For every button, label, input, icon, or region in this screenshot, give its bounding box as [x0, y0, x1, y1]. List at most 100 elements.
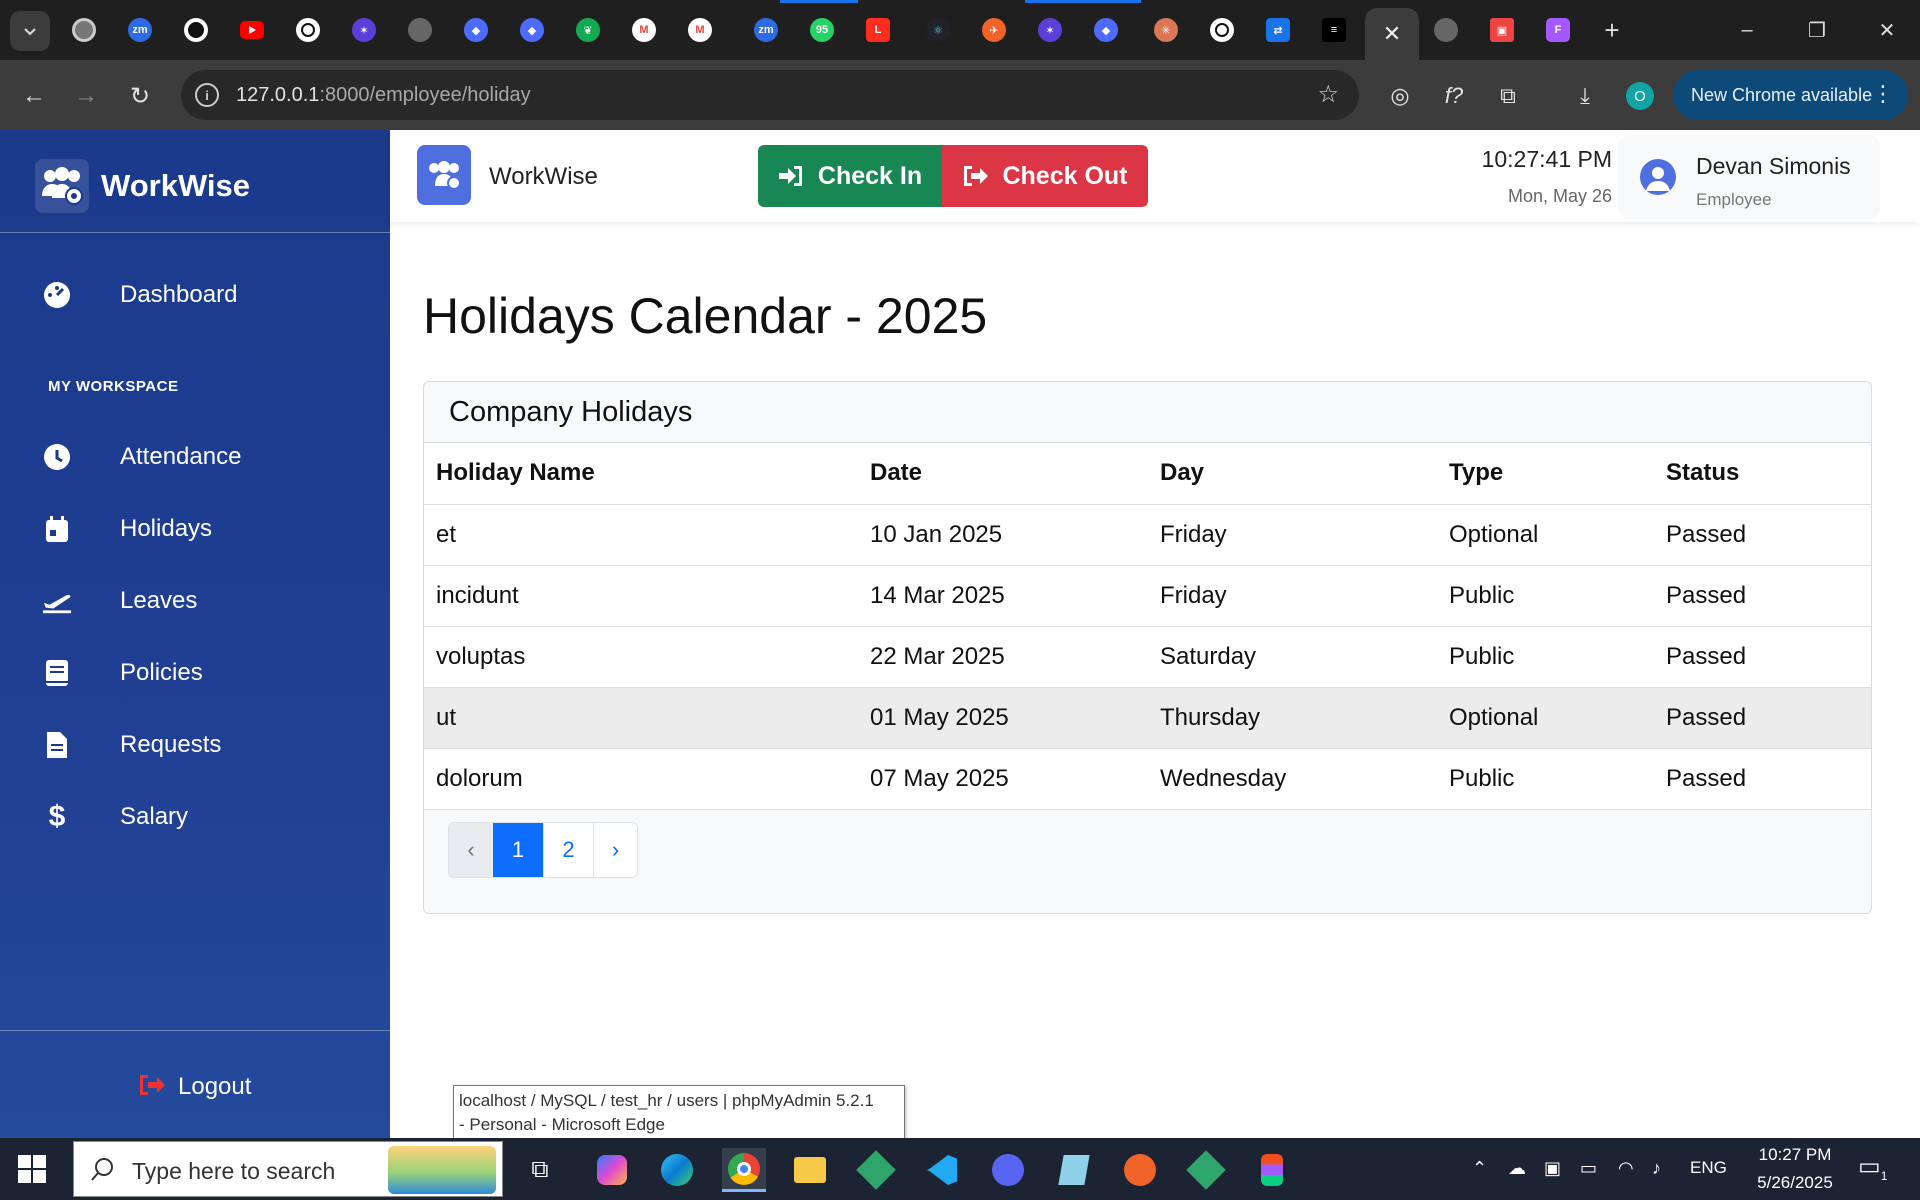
- pagination-page-2[interactable]: 2: [543, 823, 593, 877]
- browser-tab[interactable]: ≡: [1308, 8, 1360, 52]
- forward-button[interactable]: →: [66, 76, 106, 116]
- status-cell: Passed: [1654, 565, 1871, 627]
- sidebar-item-policies[interactable]: Policies: [0, 644, 390, 702]
- sidebar-brand[interactable]: WorkWise: [35, 158, 250, 214]
- sidebar-item-salary[interactable]: $ Salary: [0, 788, 390, 846]
- sidebar-item-label: Attendance: [120, 443, 242, 470]
- extension-glasses-icon[interactable]: ◎: [1384, 80, 1416, 112]
- figma-taskbar-icon[interactable]: [1250, 1148, 1294, 1192]
- language-indicator[interactable]: ENG: [1690, 1158, 1727, 1178]
- new-tab-button[interactable]: +: [1586, 8, 1638, 52]
- browser-tab[interactable]: ◆: [1080, 8, 1132, 52]
- extensions-puzzle-icon[interactable]: ⧉: [1492, 80, 1524, 112]
- bookmark-star-icon[interactable]: ☆: [1317, 80, 1339, 109]
- copilot-icon[interactable]: [590, 1148, 634, 1192]
- tab-search-button[interactable]: [10, 11, 50, 51]
- browser-tab[interactable]: M: [618, 8, 670, 52]
- type-cell: Public: [1437, 748, 1654, 810]
- wifi-icon[interactable]: ◠: [1618, 1158, 1634, 1179]
- browser-tab[interactable]: ▣: [1476, 8, 1528, 52]
- browser-tab[interactable]: 95: [796, 8, 848, 52]
- tray-time[interactable]: 10:27 PM: [1745, 1145, 1845, 1165]
- url-text[interactable]: 127.0.0.1:8000/employee/holiday: [236, 84, 531, 107]
- tab-loading-indicator: [780, 0, 858, 3]
- browser-tab[interactable]: zm: [740, 8, 792, 52]
- pagination-page-1[interactable]: 1: [493, 823, 543, 877]
- browser-tab[interactable]: ❦: [562, 8, 614, 52]
- browser-tab[interactable]: [226, 8, 278, 52]
- display-icon[interactable]: ▣: [1544, 1158, 1561, 1179]
- browser-tab[interactable]: F: [1532, 8, 1584, 52]
- git-app-icon[interactable]: [854, 1148, 898, 1192]
- minimize-button[interactable]: –: [1722, 10, 1772, 50]
- browser-tab[interactable]: ✶: [338, 8, 390, 52]
- extension-font-icon[interactable]: f?: [1438, 80, 1470, 112]
- browser-tab[interactable]: ✶: [1024, 8, 1076, 52]
- laravel-icon: L: [866, 18, 890, 42]
- user-profile-card[interactable]: Devan Simonis Employee: [1618, 135, 1880, 219]
- file-explorer-icon[interactable]: [788, 1148, 832, 1192]
- sidebar-item-attendance[interactable]: Attendance: [0, 428, 390, 486]
- day-cell: Friday: [1148, 504, 1437, 566]
- browser-tab[interactable]: ✳: [1140, 8, 1192, 52]
- pagination-prev[interactable]: ‹: [449, 823, 493, 877]
- discord-icon[interactable]: [986, 1148, 1030, 1192]
- profile-initial: O: [1626, 82, 1654, 110]
- check-in-button[interactable]: Check In: [758, 145, 942, 207]
- logout-button[interactable]: Logout: [138, 1073, 251, 1101]
- check-out-button[interactable]: Check Out: [942, 145, 1148, 207]
- site-info-icon[interactable]: i: [195, 83, 219, 107]
- browser-tab[interactable]: ⚛: [912, 8, 964, 52]
- users-cog-icon[interactable]: [417, 145, 471, 205]
- browser-tab[interactable]: ◆: [506, 8, 558, 52]
- browser-tab[interactable]: ◆: [450, 8, 502, 52]
- notification-icon[interactable]: ▭1: [1858, 1152, 1887, 1183]
- windows-logo-icon: [18, 1155, 46, 1183]
- address-bar[interactable]: i 127.0.0.1:8000/employee/holiday ☆: [181, 70, 1359, 120]
- browser-tab[interactable]: [170, 8, 222, 52]
- sidebar-item-leaves[interactable]: Leaves: [0, 572, 390, 630]
- profile-avatar[interactable]: O: [1624, 80, 1656, 112]
- download-icon[interactable]: ⤓: [1569, 80, 1601, 112]
- volume-icon[interactable]: ♪: [1652, 1158, 1661, 1179]
- sidebar-item-requests[interactable]: Requests: [0, 716, 390, 774]
- browser-tab[interactable]: ✈: [968, 8, 1020, 52]
- browser-tab[interactable]: ⇄: [1252, 8, 1304, 52]
- pagination-next[interactable]: ›: [593, 823, 637, 877]
- browser-tab[interactable]: M: [674, 8, 726, 52]
- close-window-button[interactable]: ✕: [1862, 10, 1912, 50]
- browser-tab[interactable]: [1196, 8, 1248, 52]
- sidebar-item-holidays[interactable]: Holidays: [0, 500, 390, 558]
- git-app-icon[interactable]: [1184, 1148, 1228, 1192]
- restore-button[interactable]: ❐: [1792, 10, 1842, 50]
- back-button[interactable]: ←: [14, 76, 54, 116]
- close-tab-icon[interactable]: ✕: [1383, 21, 1401, 47]
- tray-date[interactable]: 5/26/2025: [1745, 1173, 1845, 1193]
- table-header-row: Holiday Name Date Day Type Status: [424, 443, 1871, 505]
- notepad-icon[interactable]: [1052, 1148, 1096, 1192]
- arrow-right-icon: →: [74, 82, 98, 109]
- browser-tab[interactable]: [282, 8, 334, 52]
- taskbar-search-box[interactable]: Type here to search: [73, 1141, 503, 1197]
- task-view-icon[interactable]: ⧉: [518, 1148, 562, 1192]
- onedrive-icon[interactable]: ☁: [1508, 1158, 1526, 1179]
- browser-tab[interactable]: [58, 8, 110, 52]
- battery-icon[interactable]: ▭: [1580, 1158, 1597, 1179]
- plane-departure-icon: [42, 586, 72, 616]
- edge-icon[interactable]: [655, 1148, 699, 1192]
- postman-taskbar-icon[interactable]: [1118, 1148, 1162, 1192]
- clock-date: Mon, May 26: [1507, 186, 1612, 206]
- browser-tab-active[interactable]: ✕: [1365, 8, 1419, 60]
- windows-start-button[interactable]: [18, 1155, 46, 1188]
- chrome-taskbar-icon[interactable]: [722, 1148, 766, 1192]
- chevron-up-icon[interactable]: ⌃: [1472, 1158, 1487, 1179]
- browser-tab[interactable]: [1420, 8, 1472, 52]
- browser-tab[interactable]: zm: [114, 8, 166, 52]
- reload-button[interactable]: ↻: [120, 76, 160, 116]
- browser-tab[interactable]: [394, 8, 446, 52]
- new-chrome-available-button[interactable]: New Chrome available ⋮: [1673, 70, 1908, 120]
- vscode-icon[interactable]: [920, 1148, 964, 1192]
- sidebar-item-dashboard[interactable]: Dashboard: [0, 266, 390, 324]
- browser-tab[interactable]: L: [852, 8, 904, 52]
- taskbar-tooltip: localhost / MySQL / test_hr / users | ph…: [453, 1085, 905, 1139]
